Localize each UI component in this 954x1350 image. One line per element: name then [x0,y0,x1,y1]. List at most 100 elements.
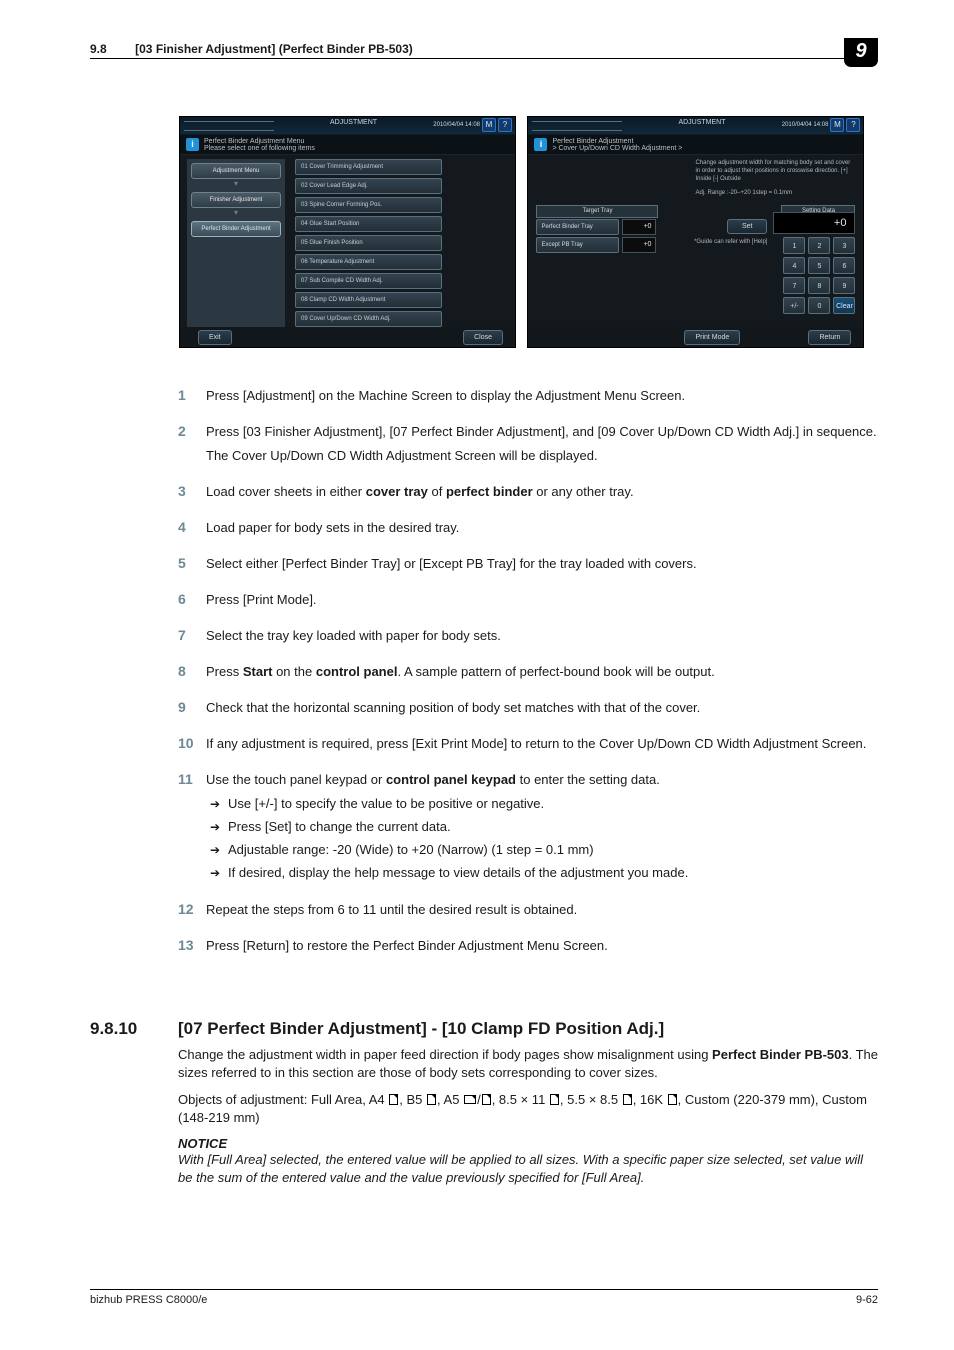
help-text: Change adjustment width for matching bod… [695,159,855,197]
step-number: 13 [178,936,206,954]
step-2: 2 Press [03 Finisher Adjustment], [07 Pe… [178,422,878,469]
step-text: Press [Return] to restore the Perfect Bi… [206,937,878,955]
key-plusminus[interactable]: +/- [783,297,805,314]
help-icon[interactable]: ? [498,118,512,132]
menu-item[interactable]: 06 Temperature Adjustment [295,254,442,270]
key-5[interactable]: 5 [808,257,830,274]
key-clear[interactable]: Clear [833,297,855,314]
subsection-heading: 9.8.10 [07 Perfect Binder Adjustment] - … [90,1019,664,1039]
step-number: 6 [178,590,206,608]
nav-finisher-adjustment[interactable]: Finisher Adjustment [191,192,281,208]
portrait-icon [550,1094,559,1105]
screen-timestamp: 2010/04/04 14:08 [782,122,829,128]
menu-item[interactable]: 07 Sub Compile CD Width Adj. [295,273,442,289]
header-rule [90,58,878,59]
chevron-down-icon: ▾ [187,208,285,217]
print-mode-button[interactable]: Print Mode [684,330,740,345]
paragraph: Objects of adjustment: Full Area, A4 , B… [178,1091,878,1127]
step-text: The Cover Up/Down CD Width Adjustment Sc… [206,447,878,465]
nav-perfect-binder-adjustment[interactable]: Perfect Binder Adjustment [191,221,281,237]
guide-note: *Guide can refer with [Help] [694,239,767,245]
step-7: 7 Select the tray key loaded with paper … [178,626,878,649]
screen-title: ADJUSTMENT [678,119,725,126]
step-text: Check that the horizontal scanning posit… [206,699,878,717]
step-10: 10 If any adjustment is required, press … [178,734,878,757]
help-icon[interactable]: ? [846,118,860,132]
portrait-icon [427,1094,436,1105]
screenshot-adjustment: ADJUSTMENT 2010/04/04 14:08 M ? i Perfec… [527,116,864,348]
screenshot-row: ADJUSTMENT 2010/04/04 14:08 M ? i Perfec… [179,116,864,348]
key-9[interactable]: 9 [833,277,855,294]
key-2[interactable]: 2 [808,237,830,254]
crumb-line2: > Cover Up/Down CD Width Adjustment > [552,145,682,152]
portrait-icon [623,1094,632,1105]
step-12: 12 Repeat the steps from 6 to 11 until t… [178,900,878,923]
subsection-title: [07 Perfect Binder Adjustment] - [10 Cla… [178,1019,664,1039]
notice-body: With [Full Area] selected, the entered v… [178,1151,878,1187]
key-7[interactable]: 7 [783,277,805,294]
step-text: Load cover sheets in either cover tray o… [206,483,878,501]
step-text: If any adjustment is required, press [Ex… [206,735,878,753]
key-4[interactable]: 4 [783,257,805,274]
footer-page-number: 9-62 [856,1294,878,1306]
menu-item[interactable]: 01 Cover Trimming Adjustment [295,159,442,175]
memory-icon[interactable]: M [482,118,496,132]
step-number: 9 [178,698,206,716]
step-number: 4 [178,518,206,536]
key-8[interactable]: 8 [808,277,830,294]
key-0[interactable]: 0 [808,297,830,314]
step-4: 4 Load paper for body sets in the desire… [178,518,878,541]
tray-value: +0 [622,219,656,235]
screen-timestamp: 2010/04/04 14:08 [433,122,480,128]
memory-icon[interactable]: M [830,118,844,132]
menu-item[interactable]: 02 Cover Lead Edge Adj. [295,178,442,194]
nav-adjustment-menu[interactable]: Adjustment Menu [191,163,281,179]
step-text: Select the tray key loaded with paper fo… [206,627,878,645]
menu-item[interactable]: 03 Spine Corner Forming Pos. [295,197,442,213]
close-button[interactable]: Close [463,330,503,345]
menu-item[interactable]: 04 Glue Start Position [295,216,442,232]
numeric-keypad: 1 2 3 4 5 6 7 8 9 +/- 0 Clear [783,237,855,314]
chevron-down-icon: ▾ [187,179,285,188]
header-section-number: 9.8 [90,42,107,56]
step-13: 13 Press [Return] to restore the Perfect… [178,936,878,959]
step-text: Load paper for body sets in the desired … [206,519,878,537]
tray-option-perfect-binder[interactable]: Perfect Binder Tray [536,219,619,235]
menu-item[interactable]: 05 Glue Finish Position [295,235,442,251]
sub-step-list: Use [+/-] to specify the value to be pos… [206,795,878,882]
step-11: 11 Use the touch panel keypad or control… [178,770,878,887]
menu-item[interactable]: 08 Clamp CD Width Adjustment [295,292,442,308]
exit-button[interactable]: Exit [198,330,232,345]
step-number: 5 [178,554,206,572]
column-header-tray: Target Tray [536,205,658,218]
info-icon: i [534,138,547,151]
footer-product: bizhub PRESS C8000/e [90,1294,207,1306]
procedure-steps: 1 Press [Adjustment] on the Machine Scre… [178,386,878,972]
footer-rule [90,1289,878,1290]
left-nav-column: Adjustment Menu ▾ Finisher Adjustment ▾ … [187,159,285,347]
key-1[interactable]: 1 [783,237,805,254]
return-button[interactable]: Return [808,330,851,345]
subsection-number: 9.8.10 [90,1019,178,1039]
paragraph: Change the adjustment width in paper fee… [178,1046,878,1082]
sub-step: Use [+/-] to specify the value to be pos… [206,795,878,813]
tray-row: Except PB Tray +0 [536,237,656,253]
step-number: 3 [178,482,206,500]
menu-item[interactable]: 09 Cover Up/Down CD Width Adj. [295,311,442,327]
step-3: 3 Load cover sheets in either cover tray… [178,482,878,505]
set-button[interactable]: Set [727,219,768,234]
portrait-icon [482,1094,491,1105]
portrait-icon [389,1094,398,1105]
setting-value-display: +0 [773,212,855,234]
chapter-tab: 9 [844,38,878,67]
step-1: 1 Press [Adjustment] on the Machine Scre… [178,386,878,409]
step-number: 7 [178,626,206,644]
step-5: 5 Select either [Perfect Binder Tray] or… [178,554,878,577]
step-text: Press [Print Mode]. [206,591,878,609]
step-text: Press Start on the control panel. A samp… [206,663,878,681]
crumb-line1: Perfect Binder Adjustment Menu [204,138,315,145]
key-3[interactable]: 3 [833,237,855,254]
step-text: Select either [Perfect Binder Tray] or [… [206,555,878,573]
tray-option-except-pb[interactable]: Except PB Tray [536,237,619,253]
key-6[interactable]: 6 [833,257,855,274]
